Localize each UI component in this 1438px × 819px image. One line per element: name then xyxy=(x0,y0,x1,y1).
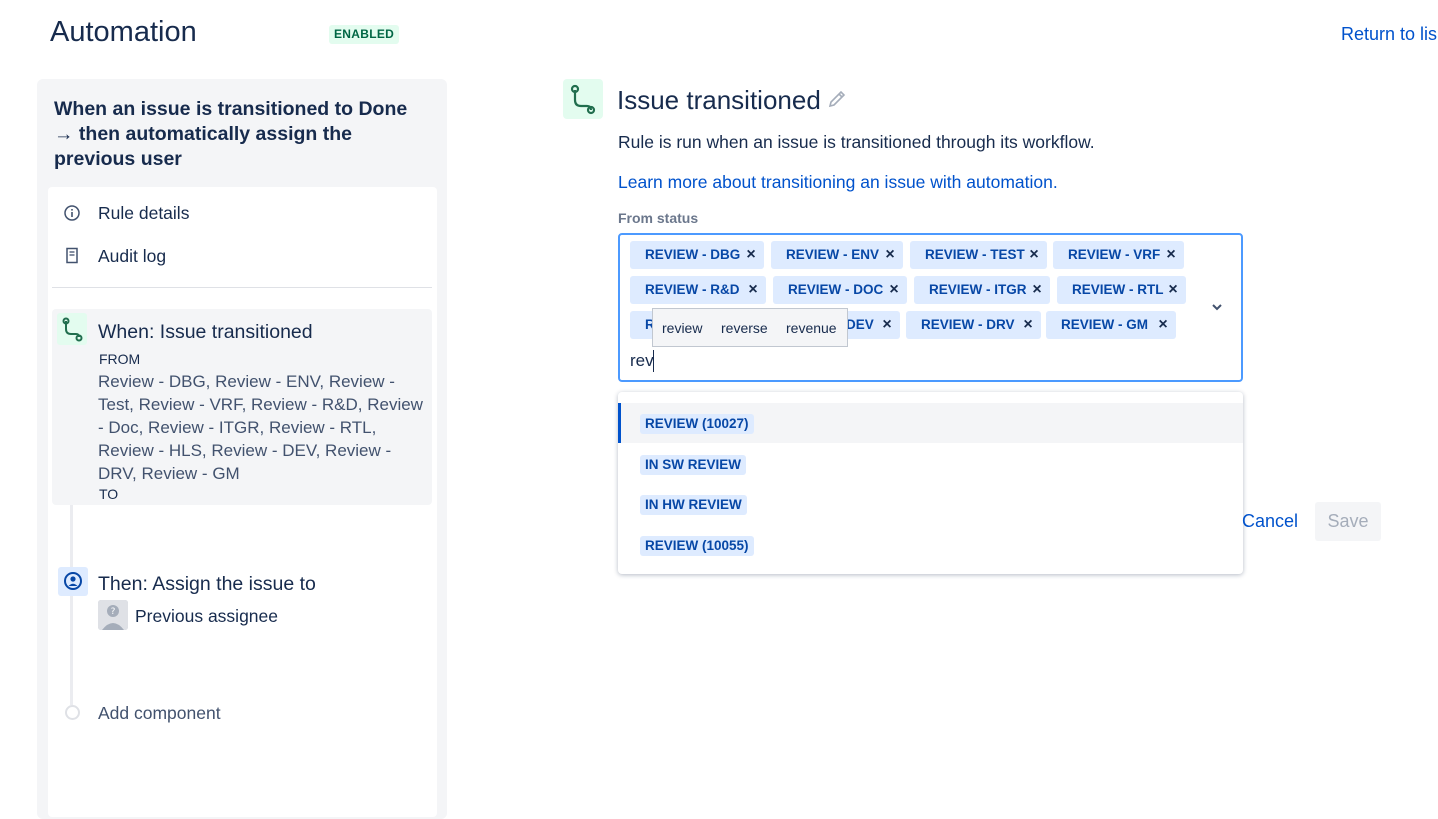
rule-name: When an issue is transitioned to Done → … xyxy=(54,98,408,170)
tag-label: REVIEW - DBG xyxy=(645,247,741,262)
audit-log-label: Audit log xyxy=(98,246,167,266)
suggestion-item[interactable]: review xyxy=(662,320,702,336)
status-tag: REVIEW - DRV × xyxy=(906,311,1041,339)
remove-tag-icon[interactable]: × xyxy=(1021,311,1035,339)
editor-description: Rule is run when an issue is transitione… xyxy=(618,132,1095,152)
assignee-value: Previous assignee xyxy=(135,606,278,626)
save-button[interactable]: Save xyxy=(1315,502,1381,541)
avatar: ? xyxy=(98,600,128,630)
remove-tag-icon[interactable]: × xyxy=(744,241,758,269)
status-option[interactable]: REVIEW (10027) xyxy=(618,403,1243,443)
option-label: IN SW REVIEW xyxy=(640,455,747,475)
status-option[interactable]: IN SW REVIEW xyxy=(618,444,1243,484)
assign-user-icon xyxy=(58,567,88,596)
remove-tag-icon[interactable]: × xyxy=(1027,241,1041,269)
from-status-label: From status xyxy=(618,210,699,226)
remove-tag-icon[interactable]: × xyxy=(746,276,760,304)
remove-tag-icon[interactable]: × xyxy=(1156,311,1170,339)
cancel-button[interactable]: Cancel xyxy=(1242,511,1298,532)
editor-title: Issue transitioned xyxy=(617,85,821,115)
from-values: Review - DBG, Review - ENV, Review - Tes… xyxy=(98,372,423,483)
remove-tag-icon[interactable]: × xyxy=(887,276,901,304)
to-label: TO xyxy=(99,486,119,502)
svg-text:?: ? xyxy=(111,607,116,617)
transition-icon xyxy=(57,313,87,345)
status-tag: REVIEW - ITGR × xyxy=(914,276,1050,304)
status-tag: REVIEW - RTL × xyxy=(1057,276,1186,304)
chevron-down-icon[interactable] xyxy=(1208,298,1226,316)
audit-log-item[interactable]: Audit log xyxy=(63,246,263,270)
tag-label: REVIEW - GM xyxy=(1061,317,1148,332)
document-icon xyxy=(66,247,78,264)
transition-icon xyxy=(563,79,603,119)
tag-label: REVIEW - ITGR xyxy=(929,282,1027,297)
status-options-menu: REVIEW (10027) IN SW REVIEW IN HW REVIEW… xyxy=(618,392,1243,574)
status-tag: REVIEW - VRF × xyxy=(1053,241,1184,269)
page-title: Automation xyxy=(50,16,197,48)
trigger-title: When: Issue transitioned xyxy=(98,321,313,343)
tag-label: REVIEW - ENV xyxy=(786,247,880,262)
option-label: REVIEW (10027) xyxy=(640,414,754,434)
suggestion-item[interactable]: revenue xyxy=(786,320,837,336)
add-component-dot xyxy=(65,705,80,720)
option-label: REVIEW (10055) xyxy=(640,536,754,556)
tag-label: REVIEW - TEST xyxy=(925,247,1025,262)
remove-tag-icon[interactable]: × xyxy=(1166,276,1180,304)
remove-tag-icon[interactable]: × xyxy=(883,241,897,269)
remove-tag-icon[interactable]: × xyxy=(880,311,894,339)
tag-label: REVIEW - DOC xyxy=(788,282,884,297)
action-title[interactable]: Then: Assign the issue to xyxy=(98,573,316,596)
sidebar-divider xyxy=(52,287,432,288)
info-icon xyxy=(64,205,80,221)
pencil-icon[interactable] xyxy=(826,88,848,110)
tag-label: DEV xyxy=(846,317,874,332)
remove-tag-icon[interactable]: × xyxy=(1164,241,1178,269)
tag-label: REVIEW - DRV xyxy=(921,317,1015,332)
rule-details-label: Rule details xyxy=(98,203,190,223)
status-search-input[interactable]: rev xyxy=(630,351,654,371)
remove-tag-icon[interactable]: × xyxy=(1030,276,1044,304)
status-tag: REVIEW - DOC × xyxy=(773,276,907,304)
from-label: FROM xyxy=(99,351,141,367)
add-component-button[interactable]: Add component xyxy=(98,703,221,724)
status-badge: ENABLED xyxy=(329,25,400,44)
status-tag: REVIEW - R&D × xyxy=(630,276,766,304)
tag-label: REVIEW - VRF xyxy=(1068,247,1161,262)
suggestion-item[interactable]: reverse xyxy=(721,320,768,336)
status-tag: REVIEW - GM × xyxy=(1046,311,1176,339)
status-option[interactable]: IN HW REVIEW xyxy=(618,484,1243,524)
tag-label: REVIEW - R&D xyxy=(645,282,740,297)
status-tag: REVIEW - TEST × xyxy=(910,241,1047,269)
tag-label: REVIEW - RTL xyxy=(1072,282,1164,297)
text-caret xyxy=(653,350,654,372)
return-to-list-link[interactable]: Return to lis xyxy=(1341,24,1437,45)
status-option[interactable]: REVIEW (10055) xyxy=(618,525,1243,565)
status-tag: REVIEW - ENV × xyxy=(771,241,903,269)
rule-details-item[interactable]: Rule details xyxy=(63,203,263,227)
spell-suggestions: review reverse revenue xyxy=(652,308,848,347)
learn-more-link[interactable]: Learn more about transitioning an issue … xyxy=(618,172,1058,193)
option-label: IN HW REVIEW xyxy=(640,495,747,515)
status-tag: REVIEW - DBG × xyxy=(630,241,764,269)
